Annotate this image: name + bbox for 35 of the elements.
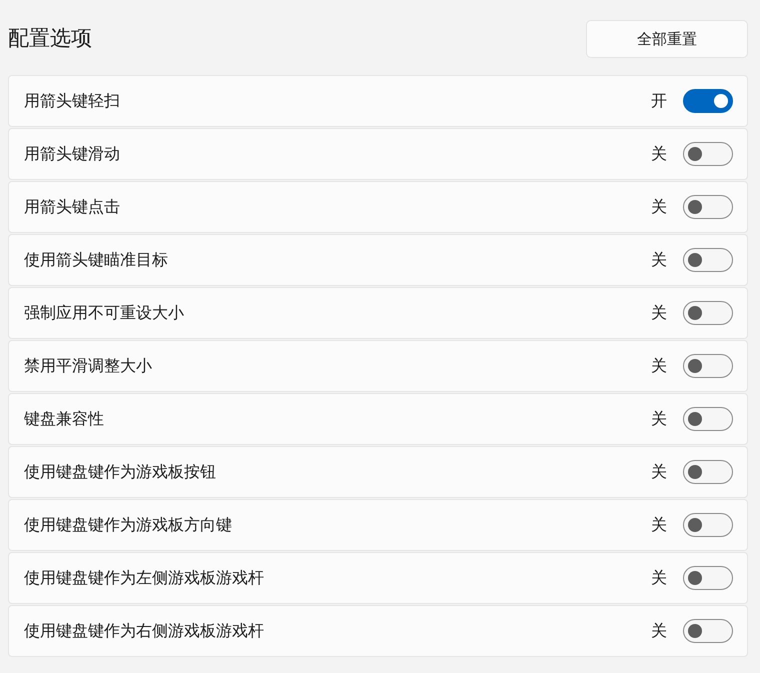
option-label: 键盘兼容性 <box>24 408 105 430</box>
option-label: 用箭头键点击 <box>24 196 121 218</box>
toggle-state-text: 关 <box>651 144 667 164</box>
option-label: 使用键盘键作为游戏板方向键 <box>24 514 233 536</box>
toggle-state-text: 关 <box>651 514 667 536</box>
toggle-state-text: 关 <box>651 568 667 588</box>
toggle-switch[interactable] <box>683 513 733 537</box>
reset-all-button[interactable]: 全部重置 <box>586 20 748 58</box>
toggle-switch[interactable] <box>683 248 733 272</box>
option-label: 使用箭头键瞄准目标 <box>24 250 169 270</box>
toggle-switch[interactable] <box>683 142 733 166</box>
option-label: 使用键盘键作为右侧游戏板游戏杆 <box>24 620 265 642</box>
toggle-state-text: 开 <box>651 90 667 112</box>
option-label: 用箭头键轻扫 <box>24 90 121 112</box>
toggle-switch[interactable] <box>683 89 733 113</box>
toggle-state-text: 关 <box>651 302 667 324</box>
toggle-state-text: 关 <box>651 196 667 218</box>
toggle-state-text: 关 <box>651 620 667 642</box>
toggle-switch[interactable] <box>683 354 733 378</box>
toggle-switch[interactable] <box>683 195 733 219</box>
option-label: 强制应用不可重设大小 <box>24 302 185 324</box>
option-label: 使用键盘键作为左侧游戏板游戏杆 <box>24 568 265 588</box>
toggle-state-text: 关 <box>651 250 667 270</box>
option-label: 使用键盘键作为游戏板按钮 <box>24 462 217 482</box>
toggle-switch[interactable] <box>683 619 733 643</box>
section-title: 配置选项 <box>8 25 92 52</box>
toggle-switch[interactable] <box>683 566 733 590</box>
toggle-state-text: 关 <box>651 408 667 430</box>
toggle-switch[interactable] <box>683 407 733 431</box>
toggle-state-text: 关 <box>651 462 667 482</box>
toggle-switch[interactable] <box>683 301 733 325</box>
toggle-state-text: 关 <box>651 356 667 376</box>
option-label: 禁用平滑调整大小 <box>24 356 153 376</box>
option-label: 用箭头键滑动 <box>24 144 121 164</box>
toggle-switch[interactable] <box>683 460 733 484</box>
